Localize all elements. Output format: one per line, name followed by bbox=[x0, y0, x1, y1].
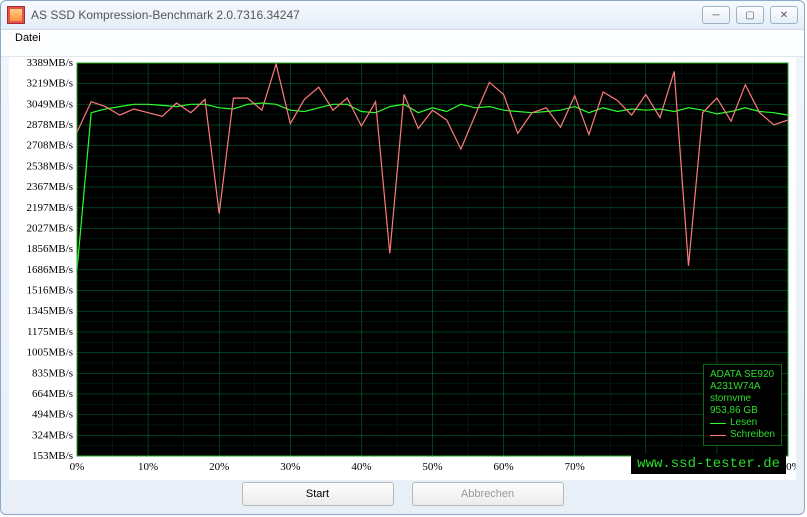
watermark: www.ssd-tester.de bbox=[631, 454, 786, 474]
svg-text:324MB/s: 324MB/s bbox=[32, 429, 73, 441]
svg-text:20%: 20% bbox=[209, 461, 229, 473]
minimize-button[interactable]: ─ bbox=[702, 6, 730, 24]
app-icon bbox=[7, 6, 25, 24]
svg-text:0%: 0% bbox=[70, 461, 85, 473]
button-bar: Start Abbrechen bbox=[1, 482, 804, 510]
svg-text:70%: 70% bbox=[565, 461, 585, 473]
svg-text:664MB/s: 664MB/s bbox=[32, 388, 73, 400]
svg-text:2367MB/s: 2367MB/s bbox=[27, 181, 73, 193]
abort-button: Abbrechen bbox=[412, 482, 564, 506]
legend-write-label: Schreiben bbox=[730, 429, 775, 441]
compression-chart: 153MB/s 324MB/s 494MB/s 664MB/s 835MB/s 1005M… bbox=[9, 57, 796, 480]
legend-write-row: Schreiben bbox=[710, 429, 775, 441]
svg-text:153MB/s: 153MB/s bbox=[32, 450, 73, 462]
svg-text:3049MB/s: 3049MB/s bbox=[27, 98, 73, 110]
svg-text:2538MB/s: 2538MB/s bbox=[27, 160, 73, 172]
legend-driver: stornvme bbox=[710, 393, 775, 405]
svg-text:60%: 60% bbox=[494, 461, 514, 473]
svg-text:2197MB/s: 2197MB/s bbox=[27, 202, 73, 214]
start-button[interactable]: Start bbox=[242, 482, 394, 506]
menu-datei[interactable]: Datei bbox=[9, 30, 47, 46]
svg-text:1516MB/s: 1516MB/s bbox=[27, 285, 73, 297]
svg-text:40%: 40% bbox=[351, 461, 371, 473]
svg-text:835MB/s: 835MB/s bbox=[32, 367, 73, 379]
legend-read-swatch bbox=[710, 423, 726, 424]
menubar: Datei bbox=[1, 30, 804, 57]
svg-text:2027MB/s: 2027MB/s bbox=[27, 222, 73, 234]
content-area: 153MB/s 324MB/s 494MB/s 664MB/s 835MB/s 1005M… bbox=[9, 57, 796, 480]
svg-text:10%: 10% bbox=[138, 461, 158, 473]
titlebar[interactable]: AS SSD Kompression-Benchmark 2.0.7316.34… bbox=[1, 1, 804, 30]
svg-text:1686MB/s: 1686MB/s bbox=[27, 264, 73, 276]
legend-device: ADATA SE920 bbox=[710, 369, 775, 381]
svg-text:2708MB/s: 2708MB/s bbox=[27, 140, 73, 152]
maximize-button[interactable]: ▢ bbox=[736, 6, 764, 24]
close-button[interactable]: ✕ bbox=[770, 6, 798, 24]
svg-text:50%: 50% bbox=[422, 461, 442, 473]
svg-text:30%: 30% bbox=[280, 461, 300, 473]
chart-area: 153MB/s 324MB/s 494MB/s 664MB/s 835MB/s 1005M… bbox=[9, 57, 796, 480]
svg-text:1175MB/s: 1175MB/s bbox=[27, 326, 73, 338]
svg-text:1005MB/s: 1005MB/s bbox=[27, 347, 73, 359]
legend-capacity: 953,86 GB bbox=[710, 405, 775, 417]
window-frame: AS SSD Kompression-Benchmark 2.0.7316.34… bbox=[0, 0, 805, 515]
window-title: AS SSD Kompression-Benchmark 2.0.7316.34… bbox=[31, 8, 300, 22]
legend-read-row: Lesen bbox=[710, 417, 775, 429]
svg-text:3219MB/s: 3219MB/s bbox=[27, 78, 73, 90]
legend-box: ADATA SE920 A231W74A stornvme 953,86 GB … bbox=[703, 364, 782, 446]
legend-write-swatch bbox=[710, 435, 726, 436]
legend-model: A231W74A bbox=[710, 381, 775, 393]
svg-text:1345MB/s: 1345MB/s bbox=[27, 305, 73, 317]
svg-text:2878MB/s: 2878MB/s bbox=[27, 119, 73, 131]
svg-text:1856MB/s: 1856MB/s bbox=[27, 243, 73, 255]
svg-text:3389MB/s: 3389MB/s bbox=[27, 57, 73, 69]
legend-read-label: Lesen bbox=[730, 417, 757, 429]
svg-text:494MB/s: 494MB/s bbox=[32, 409, 73, 421]
